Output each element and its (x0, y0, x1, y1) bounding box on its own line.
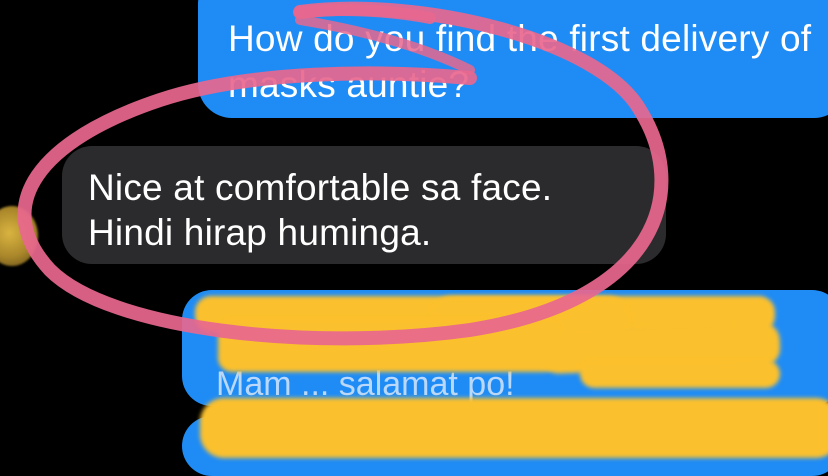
contact-avatar-icon[interactable] (0, 206, 38, 266)
incoming-message-bubble[interactable]: Nice at comfortable sa face. Hindi hirap… (62, 146, 666, 264)
outgoing-message-bubble[interactable]: How do you find the first delivery of ma… (198, 0, 828, 118)
message-text: Nice at comfortable sa face. Hindi hirap… (88, 167, 553, 253)
redaction-marker (580, 360, 780, 388)
chat-thread: How do you find the first delivery of ma… (0, 0, 828, 476)
redaction-marker (218, 318, 558, 372)
message-text: How do you find the first delivery of ma… (228, 18, 812, 105)
redaction-marker (200, 398, 828, 458)
